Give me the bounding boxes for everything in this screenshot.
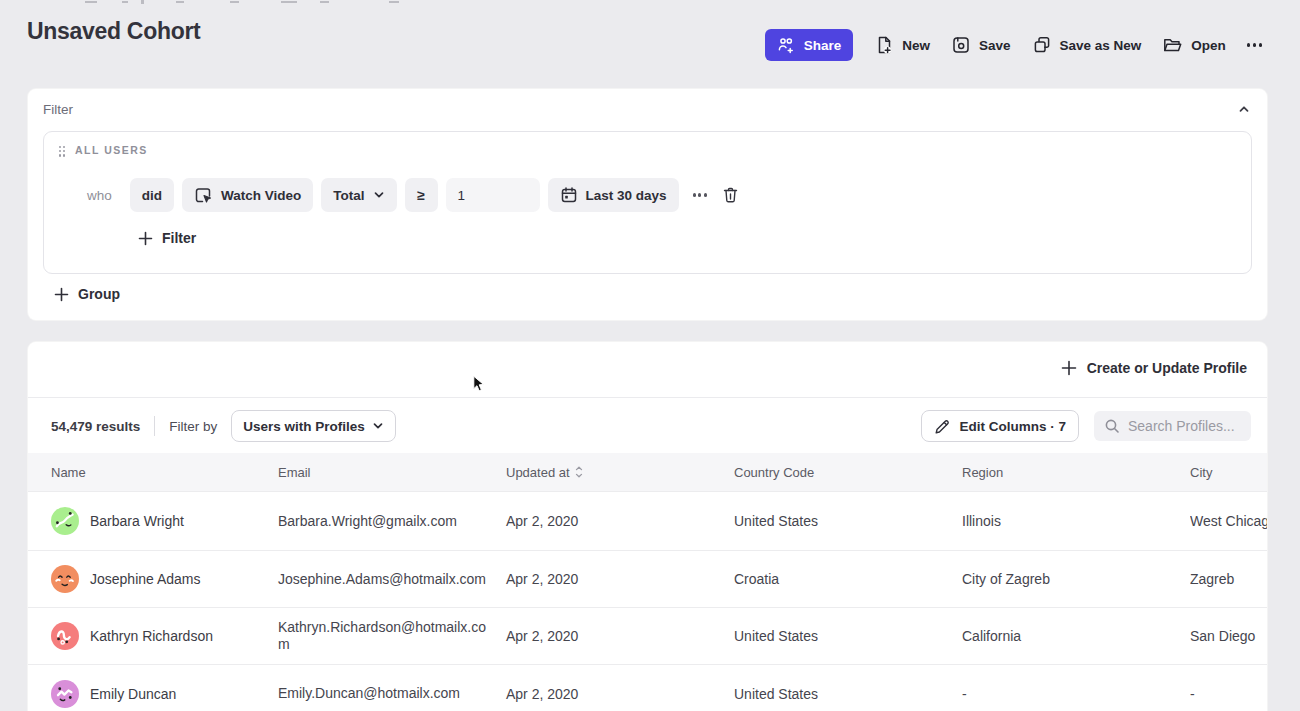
- table-row[interactable]: Barbara Wright Barbara.Wright@gmailx.com…: [28, 491, 1267, 550]
- avatar: [51, 565, 79, 593]
- more-actions-button[interactable]: [1247, 43, 1262, 46]
- filter-by-label: Filter by: [169, 419, 217, 434]
- operator-chip[interactable]: ≥: [405, 178, 438, 212]
- edit-columns-button[interactable]: Edit Columns · 7: [921, 410, 1079, 442]
- folder-open-icon: [1162, 35, 1183, 55]
- mouse-cursor: [473, 375, 486, 393]
- sort-icon: [575, 466, 583, 478]
- share-button[interactable]: Share: [765, 29, 854, 61]
- table-row[interactable]: Josephine Adams Josephine.Adams@hotmailx…: [28, 550, 1267, 607]
- pencil-icon: [934, 418, 951, 435]
- page-title: Unsaved Cohort: [27, 18, 200, 45]
- save-button[interactable]: Save: [951, 35, 1011, 55]
- value-input[interactable]: 1: [446, 178, 540, 212]
- column-header-email[interactable]: Email: [278, 465, 506, 480]
- date-range-chip[interactable]: Last 30 days: [548, 178, 679, 212]
- profiles-panel: Create or Update Profile 54,479 results …: [27, 341, 1268, 711]
- profile-type-dropdown[interactable]: Users with Profiles: [231, 410, 396, 442]
- new-file-icon: [874, 35, 894, 55]
- filter-condition-row: who did Watch Video Total ≥ 1: [87, 178, 739, 212]
- avatar: [51, 680, 79, 708]
- delete-condition-button[interactable]: [722, 186, 739, 204]
- header-actions: Share New Save Save as New: [765, 29, 1262, 61]
- new-button[interactable]: New: [874, 35, 930, 55]
- click-event-icon: [194, 186, 213, 205]
- avatar: [51, 622, 79, 650]
- share-users-icon: [777, 36, 796, 54]
- drag-handle-icon[interactable]: [59, 146, 65, 157]
- add-filter-button[interactable]: Filter: [138, 230, 196, 246]
- filter-panel-label: Filter: [43, 102, 73, 117]
- column-header-updated-at[interactable]: Updated at: [506, 465, 734, 480]
- collapse-chevron-icon[interactable]: [1237, 102, 1251, 116]
- column-header-region[interactable]: Region: [962, 465, 1190, 480]
- search-profiles-field: [1094, 411, 1251, 441]
- aggregation-chip[interactable]: Total: [321, 178, 396, 212]
- results-count: 54,479 results: [51, 419, 140, 434]
- table-header: Name Email Updated at Country Code Regio…: [28, 453, 1267, 491]
- column-header-country-code[interactable]: Country Code: [734, 465, 962, 480]
- filter-panel: Filter ALL USERS who did Watch Video Tot…: [27, 88, 1268, 321]
- condition-more-button[interactable]: [693, 193, 708, 196]
- create-or-update-profile-button[interactable]: Create or Update Profile: [1061, 360, 1247, 376]
- save-icon: [951, 35, 971, 55]
- chevron-down-icon: [372, 420, 384, 432]
- event-chip[interactable]: Watch Video: [182, 178, 313, 212]
- open-button[interactable]: Open: [1162, 35, 1226, 55]
- chevron-down-icon: [373, 189, 385, 201]
- column-header-city[interactable]: City: [1190, 465, 1267, 480]
- divider: [154, 416, 155, 436]
- who-label: who: [87, 188, 112, 203]
- did-chip[interactable]: did: [130, 178, 174, 212]
- column-header-name[interactable]: Name: [51, 465, 278, 480]
- filter-group: ALL USERS who did Watch Video Total ≥: [43, 131, 1252, 274]
- calendar-icon: [560, 186, 578, 204]
- search-icon: [1104, 418, 1120, 434]
- copy-icon: [1032, 35, 1052, 55]
- profiles-header-row: Create or Update Profile: [28, 342, 1267, 398]
- add-group-button[interactable]: Group: [54, 286, 120, 302]
- table-row[interactable]: Emily Duncan Emily.Duncan@hotmailx.com A…: [28, 664, 1267, 711]
- avatar: [51, 507, 79, 535]
- results-toolbar: 54,479 results Filter by Users with Prof…: [28, 399, 1267, 453]
- save-as-new-button[interactable]: Save as New: [1032, 35, 1142, 55]
- table-row[interactable]: Kathryn Richardson Kathryn.Richardson@ho…: [28, 607, 1267, 664]
- group-label: ALL USERS: [75, 144, 148, 156]
